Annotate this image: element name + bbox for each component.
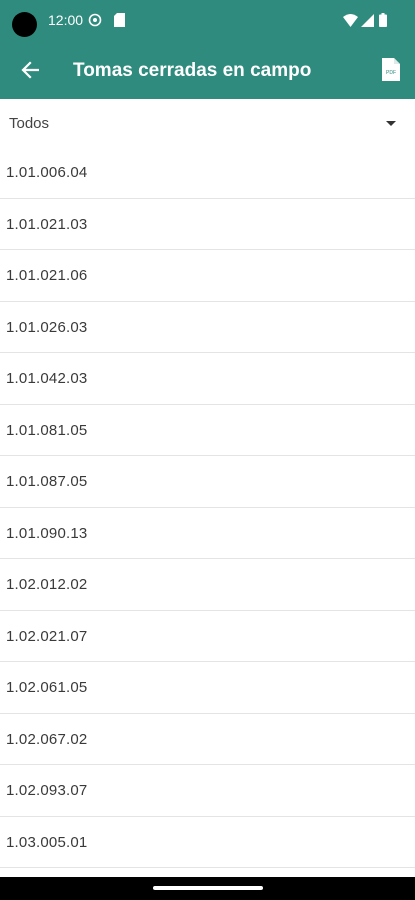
export-pdf-button[interactable]: PDF xyxy=(374,52,408,86)
signal-icon xyxy=(361,11,374,29)
dropdown-arrow-icon xyxy=(386,121,396,126)
sim-card-icon xyxy=(114,11,125,29)
list-item-code: 1.02.021.07 xyxy=(6,627,88,645)
list-item-code: 1.01.026.03 xyxy=(6,318,88,336)
list-item-code: 1.02.067.02 xyxy=(6,730,88,748)
list-item-code: 1.01.021.03 xyxy=(6,215,88,233)
list-item-code: 1.02.061.05 xyxy=(6,679,88,696)
list-item[interactable]: 1.01.042.03 xyxy=(0,353,415,405)
list-item-code: 1.02.012.02 xyxy=(6,576,88,593)
list-item[interactable]: 1.02.012.02 xyxy=(0,559,415,611)
list-item-code: 1.03.005.01 xyxy=(6,833,88,851)
pdf-icon-text: PDF xyxy=(386,70,396,76)
system-navigation-bar xyxy=(0,877,415,900)
item-list[interactable]: 1.01.006.04 1.01.021.03 1.01.021.06 1.01… xyxy=(0,147,415,877)
list-item[interactable]: 1.02.021.07 xyxy=(0,611,415,662)
list-item[interactable]: 1.02.067.02 xyxy=(0,714,415,765)
arrow-back-icon xyxy=(21,61,39,79)
list-item-code: 1.02.093.07 xyxy=(6,782,88,799)
list-item[interactable]: 1.01.021.03 xyxy=(0,199,415,250)
list-item-code: 1.01.081.05 xyxy=(6,421,88,439)
wifi-icon xyxy=(343,11,358,29)
back-button[interactable] xyxy=(12,52,48,88)
list-item[interactable]: 1.02.093.07 xyxy=(0,765,415,817)
status-time: 12:00 xyxy=(48,12,84,28)
battery-icon xyxy=(379,11,387,29)
pdf-file-icon: PDF xyxy=(382,57,400,81)
list-item[interactable]: 1.01.081.05 xyxy=(0,405,415,456)
list-item[interactable]: 1.02.061.05 xyxy=(0,662,415,714)
page-title: Tomas cerradas en campo xyxy=(73,60,312,81)
list-item-code: 1.01.087.05 xyxy=(6,473,88,490)
list-item[interactable]: 1.03.005.01 xyxy=(0,817,415,868)
list-item-code: 1.01.090.13 xyxy=(6,524,88,542)
list-item[interactable]: 1.01.006.04 xyxy=(0,147,415,199)
list-item[interactable]: 1.01.026.03 xyxy=(0,302,415,353)
list-item[interactable]: 1.01.087.05 xyxy=(0,456,415,508)
globe-icon xyxy=(88,11,102,29)
home-gesture-handle[interactable] xyxy=(153,886,263,890)
list-item[interactable]: 1.01.021.06 xyxy=(0,250,415,302)
filter-selected-value: Todos xyxy=(9,115,50,132)
list-item-code: 1.01.021.06 xyxy=(6,267,88,284)
app-bar: 12:00 Tomas cerradas en campo PDF xyxy=(0,0,415,99)
list-item-code: 1.01.006.04 xyxy=(6,164,88,181)
camera-cutout xyxy=(12,12,37,37)
filter-dropdown[interactable]: Todos xyxy=(0,99,415,147)
list-item[interactable]: 1.01.090.13 xyxy=(0,508,415,559)
list-item-code: 1.01.042.03 xyxy=(6,370,88,387)
